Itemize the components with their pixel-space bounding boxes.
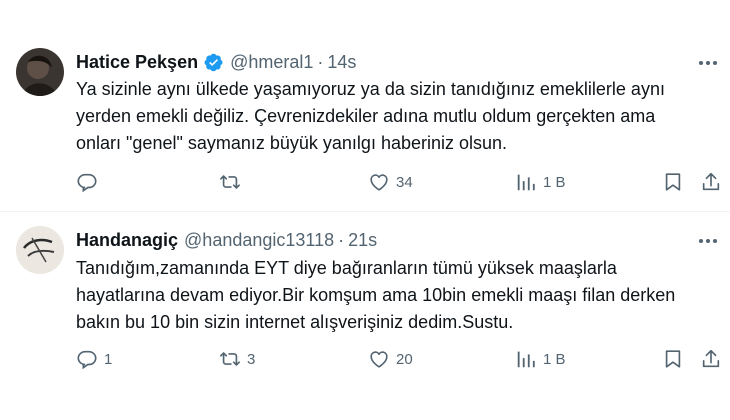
timestamp[interactable]: 21s <box>348 230 377 251</box>
author-handle[interactable]: @handangic13118 <box>184 230 334 251</box>
avatar[interactable] <box>16 226 64 274</box>
tweet-text: Tanıdığım,zamanında EYT diye bağıranları… <box>76 258 676 332</box>
views-button[interactable]: 1 B <box>515 348 566 370</box>
action-bar: 1 3 20 1 B <box>0 348 730 374</box>
bookmark-icon <box>665 350 681 368</box>
views-count: 1 B <box>543 350 566 368</box>
tweet-divider <box>0 211 730 212</box>
share-icon <box>702 349 720 368</box>
bookmark-button[interactable] <box>662 348 684 370</box>
more-icon[interactable] <box>696 229 720 253</box>
tweet-header: Handanagiç @handangic13118 · 21s <box>76 228 377 252</box>
reply-button[interactable]: 1 <box>76 348 112 370</box>
retweet-icon <box>220 352 240 366</box>
reply-count: 1 <box>104 350 113 368</box>
tweet-2[interactable]: Handanagiç @handangic13118 · 21s Tanıdığ… <box>0 0 730 370</box>
author-name[interactable]: Handanagiç <box>76 230 178 251</box>
views-icon <box>517 351 535 368</box>
reply-icon <box>77 350 97 370</box>
share-button[interactable] <box>700 348 722 370</box>
retweet-count: 3 <box>247 350 256 368</box>
separator: · <box>338 229 345 250</box>
like-button[interactable]: 20 <box>368 348 413 370</box>
like-count: 20 <box>396 350 413 368</box>
like-icon <box>370 351 388 368</box>
retweet-button[interactable]: 3 <box>219 348 255 370</box>
